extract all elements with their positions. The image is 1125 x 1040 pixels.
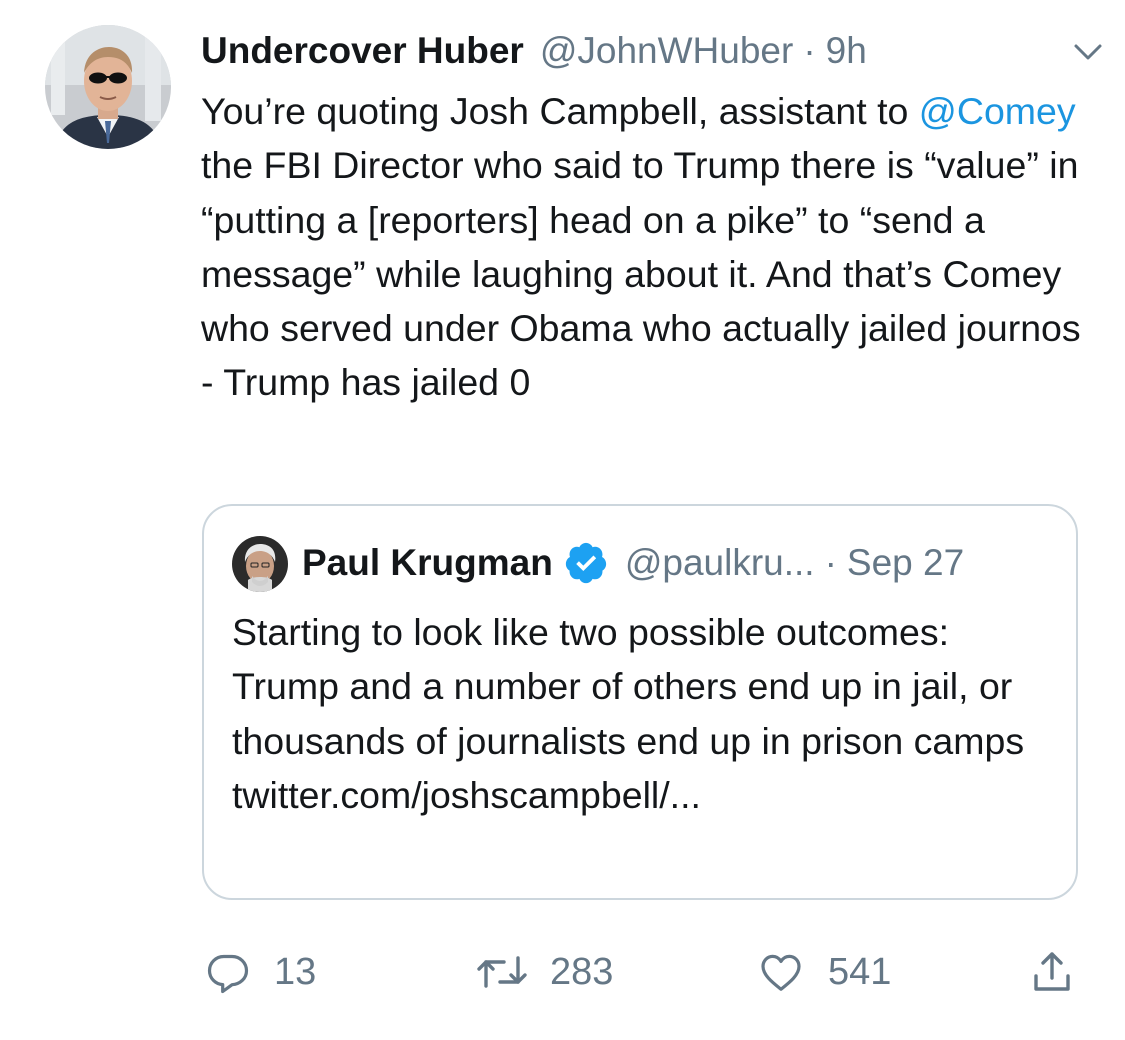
quoted-tweet[interactable]: Paul Krugman @paulkru... · Sep 27 Starti… <box>202 504 1078 900</box>
quoted-separator-dot: · <box>824 542 837 583</box>
timestamp[interactable]: 9h <box>826 30 867 72</box>
like-button[interactable]: 541 <box>756 940 891 1004</box>
retweet-button[interactable]: 283 <box>476 940 613 1004</box>
reply-icon <box>207 954 249 994</box>
display-name[interactable]: Undercover Huber <box>201 30 524 72</box>
quoted-header: Paul Krugman @paulkru... · Sep 27 <box>302 538 1056 588</box>
quoted-timestamp[interactable]: Sep 27 <box>847 542 964 584</box>
heart-icon <box>761 954 801 991</box>
separator-dot: · <box>803 30 816 71</box>
avatar[interactable] <box>45 25 171 149</box>
action-bar: 13 283 541 <box>200 940 1090 1004</box>
share-icon <box>1034 952 1070 991</box>
reply-count: 13 <box>274 950 317 993</box>
chevron-down-icon[interactable] <box>1071 40 1105 64</box>
mention-link[interactable]: @Comey <box>919 90 1076 132</box>
retweet-icon <box>477 956 527 988</box>
tweet[interactable]: Undercover Huber @JohnWHuber · 9h You’re… <box>0 0 1125 1040</box>
retweet-count: 283 <box>550 950 614 993</box>
tweet-header: Undercover Huber @JohnWHuber · 9h <box>201 26 1085 76</box>
tweet-text-end: the FBI Director who said to Trump there… <box>201 144 1081 404</box>
quoted-tweet-text: Starting to look like two possible outco… <box>232 611 1025 816</box>
handle[interactable]: @JohnWHuber <box>540 30 794 72</box>
tweet-text: You’re quoting Josh Campbell, assistant … <box>201 84 1091 410</box>
quoted-avatar-image <box>232 536 288 592</box>
share-button[interactable] <box>1028 940 1076 1004</box>
avatar-image <box>45 25 171 149</box>
quoted-display-name[interactable]: Paul Krugman <box>302 542 553 584</box>
verified-badge-icon <box>565 542 606 584</box>
quoted-avatar[interactable] <box>232 536 288 592</box>
reply-button[interactable]: 13 <box>204 940 316 1004</box>
tweet-text-start: You’re quoting Josh Campbell, assistant … <box>201 90 909 132</box>
quoted-handle[interactable]: @paulkru... <box>625 542 815 584</box>
like-count: 541 <box>828 950 892 993</box>
